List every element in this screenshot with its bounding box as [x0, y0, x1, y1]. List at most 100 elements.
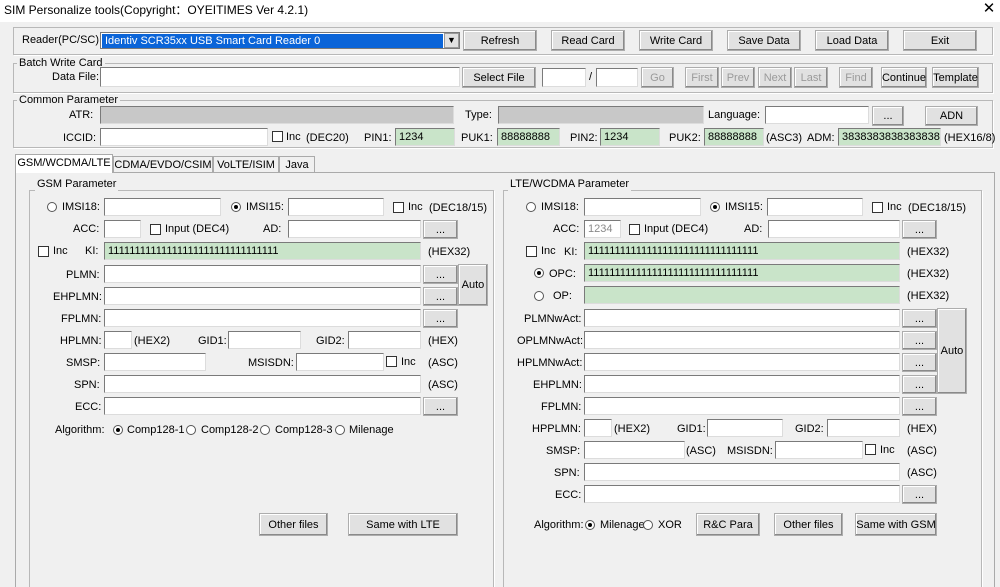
data-file-input[interactable] [100, 67, 460, 87]
gsm-plmn-field[interactable] [104, 265, 421, 283]
puk1-field[interactable]: 88888888 [497, 128, 560, 146]
tab-java[interactable]: Java [279, 156, 315, 173]
gsm-smsp-field[interactable] [104, 353, 206, 371]
tab-cdma-evdo-csim[interactable]: CDMA/EVDO/CSIM [113, 156, 213, 173]
lte-ehplmn-browse-button[interactable]: ... [902, 375, 937, 394]
save-data-button[interactable]: Save Data [727, 30, 801, 51]
lte-msisdn-field[interactable] [775, 441, 863, 459]
gsm-ki-inc-checkbox[interactable] [38, 246, 49, 257]
gsm-ad-field[interactable] [288, 220, 421, 238]
lte-imsi-inc-checkbox[interactable] [872, 202, 883, 213]
lte-acc-field[interactable]: 1234 [584, 220, 621, 238]
lte-hpplmn-field[interactable] [584, 419, 612, 437]
load-data-button[interactable]: Load Data [815, 30, 889, 51]
language-field[interactable] [765, 106, 869, 124]
gsm-spn-field[interactable] [104, 375, 421, 393]
gsm-msisdn-field[interactable] [296, 353, 384, 371]
reader-select[interactable]: Identiv SCR35xx USB Smart Card Reader 0 … [100, 32, 460, 49]
lte-hplmnwact-browse-button[interactable]: ... [902, 353, 937, 372]
pin1-field[interactable]: 1234 [395, 128, 455, 146]
lte-other-files-button[interactable]: Other files [774, 513, 843, 536]
same-with-gsm-button[interactable]: Same with GSM [855, 513, 937, 536]
adn-button[interactable]: ADN [925, 106, 978, 126]
gsm-comp128-3-radio[interactable] [260, 425, 270, 435]
lte-hplmnwact-field[interactable] [584, 353, 900, 371]
gsm-comp128-2-radio[interactable] [186, 425, 196, 435]
lte-ki-inc-checkbox[interactable] [526, 246, 537, 257]
lte-smsp-field[interactable] [584, 441, 685, 459]
lte-milenage-radio[interactable] [585, 520, 595, 530]
page-total-input[interactable] [596, 68, 638, 87]
lte-fplmn-field[interactable] [584, 397, 900, 415]
gsm-imsi18-field[interactable] [104, 198, 221, 216]
close-icon[interactable]: ✕ [978, 0, 1000, 20]
lte-input-dec4-checkbox[interactable] [629, 224, 640, 235]
write-card-button[interactable]: Write Card [639, 30, 713, 51]
lte-msisdn-inc-checkbox[interactable] [865, 444, 876, 455]
lte-ecc-browse-button[interactable]: ... [902, 485, 937, 504]
lte-plmnwact-browse-button[interactable]: ... [902, 309, 937, 328]
lte-ki-field[interactable]: 11111111111111111111111111111111 [584, 242, 900, 260]
iccid-field[interactable] [100, 128, 268, 146]
lte-ad-browse-button[interactable]: ... [902, 220, 937, 239]
lte-ad-field[interactable] [768, 220, 900, 238]
gsm-acc-field[interactable] [104, 220, 141, 238]
lte-imsi18-field[interactable] [584, 198, 701, 216]
lte-imsi15-radio[interactable] [710, 202, 720, 212]
gsm-other-files-button[interactable]: Other files [259, 513, 328, 536]
lte-opc-field[interactable]: 11111111111111111111111111111111 [584, 264, 900, 282]
go-button[interactable]: Go [641, 67, 674, 88]
gsm-auto-button[interactable]: Auto [458, 264, 488, 306]
template-button[interactable]: Template [932, 67, 979, 88]
lte-xor-radio[interactable] [643, 520, 653, 530]
lte-imsi18-radio[interactable] [526, 202, 536, 212]
gsm-ad-browse-button[interactable]: ... [423, 220, 458, 239]
lte-gid2-field[interactable] [827, 419, 900, 437]
rc-para-button[interactable]: R&C Para [696, 513, 760, 536]
pin2-field[interactable]: 1234 [600, 128, 660, 146]
continue-button[interactable]: Continue [881, 67, 927, 88]
gsm-gid2-field[interactable] [348, 331, 421, 349]
lte-opc-radio[interactable] [534, 268, 544, 278]
read-card-button[interactable]: Read Card [551, 30, 625, 51]
gsm-imsi15-radio[interactable] [231, 202, 241, 212]
next-button[interactable]: Next [758, 67, 792, 88]
lte-fplmn-browse-button[interactable]: ... [902, 397, 937, 416]
gsm-ki-field[interactable]: 11111111111111111111111111111111 [104, 242, 421, 260]
gsm-ehplmn-field[interactable] [104, 287, 421, 305]
lte-auto-button[interactable]: Auto [937, 308, 967, 394]
select-file-button[interactable]: Select File [462, 67, 536, 88]
gsm-fplmn-field[interactable] [104, 309, 421, 327]
lte-ecc-field[interactable] [584, 485, 900, 503]
iccid-inc-checkbox[interactable] [272, 131, 283, 142]
tab-gsm-wcdma-lte[interactable]: GSM/WCDMA/LTE [15, 154, 113, 173]
prev-button[interactable]: Prev [721, 67, 755, 88]
lte-imsi15-field[interactable] [767, 198, 863, 216]
lte-op-field[interactable] [584, 286, 900, 304]
find-button[interactable]: Find [839, 67, 873, 88]
gsm-ecc-field[interactable] [104, 397, 421, 415]
gsm-plmn-browse-button[interactable]: ... [423, 265, 458, 284]
gsm-fplmn-browse-button[interactable]: ... [423, 309, 458, 328]
lte-oplmnwact-field[interactable] [584, 331, 900, 349]
tab-volte-isim[interactable]: VoLTE/ISIM [213, 156, 279, 173]
first-button[interactable]: First [685, 67, 719, 88]
language-browse-button[interactable]: ... [872, 106, 904, 126]
refresh-button[interactable]: Refresh [463, 30, 537, 51]
gsm-imsi-inc-checkbox[interactable] [393, 202, 404, 213]
lte-ehplmn-field[interactable] [584, 375, 900, 393]
puk2-field[interactable]: 88888888 [704, 128, 764, 146]
gsm-gid1-field[interactable] [228, 331, 301, 349]
gsm-msisdn-inc-checkbox[interactable] [386, 356, 397, 367]
exit-button[interactable]: Exit [903, 30, 977, 51]
gsm-hplmn-field[interactable] [104, 331, 132, 349]
lte-spn-field[interactable] [584, 463, 900, 481]
lte-oplmnwact-browse-button[interactable]: ... [902, 331, 937, 350]
lte-plmnwact-field[interactable] [584, 309, 900, 327]
same-with-lte-button[interactable]: Same with LTE [348, 513, 458, 536]
gsm-ecc-browse-button[interactable]: ... [423, 397, 458, 416]
lte-op-radio[interactable] [534, 291, 544, 301]
gsm-input-dec4-checkbox[interactable] [150, 224, 161, 235]
gsm-imsi15-field[interactable] [288, 198, 384, 216]
gsm-milenage-radio[interactable] [335, 425, 345, 435]
